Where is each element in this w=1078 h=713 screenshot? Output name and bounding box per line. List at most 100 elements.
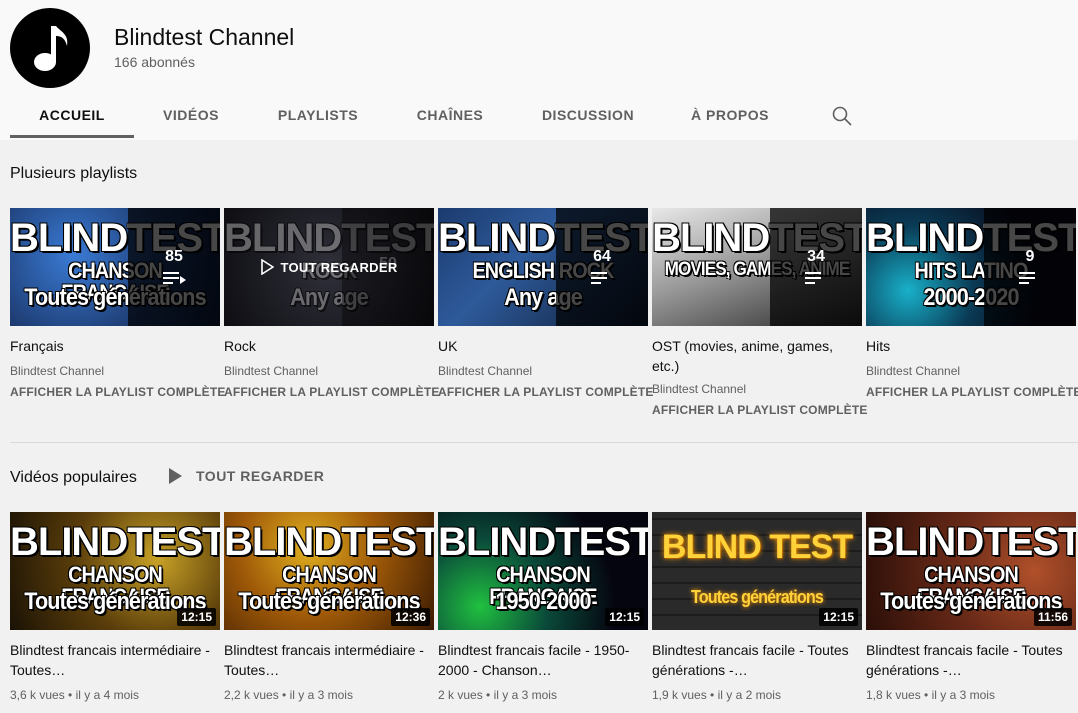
play-icon bbox=[261, 259, 275, 275]
playlist-channel[interactable]: Blindtest Channel bbox=[866, 364, 1076, 378]
subscriber-count: 166 abonnés bbox=[114, 54, 195, 70]
playlist-count-overlay: 9 bbox=[984, 208, 1076, 326]
playlist-thumbnail[interactable]: BLINDTEST MOVIES, GAMES, ANIME 34 bbox=[652, 208, 862, 326]
meta-separator: • bbox=[710, 688, 715, 702]
video-duration: 12:15 bbox=[819, 608, 858, 626]
playlists-shelf: BLINDTEST CHANSON FRANCAISE Toutes génér… bbox=[10, 208, 1078, 417]
playlist-video-count: 9 bbox=[1025, 248, 1035, 265]
playlist-icon bbox=[805, 272, 827, 286]
play-all-label: TOUT REGARDER bbox=[196, 468, 325, 484]
playlist-card[interactable]: BLINDTEST ROCK Any age 50 TOUT REGARDER … bbox=[224, 208, 439, 417]
video-thumbnail[interactable]: BLINDTEST CHANSON FRANCAISE Toutes génér… bbox=[10, 512, 220, 630]
thumbnail-text: BLINDTEST bbox=[438, 520, 648, 564]
channel-name: Blindtest Channel bbox=[114, 24, 295, 50]
video-duration: 12:36 bbox=[391, 608, 430, 626]
video-card[interactable]: BLINDTEST CHANSON FRANCAISE Toutes génér… bbox=[224, 512, 434, 702]
video-thumbnail[interactable]: BLINDTEST CHANSON FRANCAISE Toutes génér… bbox=[224, 512, 434, 630]
tab-videos[interactable]: VIDÉOS bbox=[134, 98, 248, 138]
playlist-channel[interactable]: Blindtest Channel bbox=[224, 364, 434, 378]
playlist-thumbnail[interactable]: BLINDTEST ENGLISH ROCK Any age 64 bbox=[438, 208, 648, 326]
tab-playlists[interactable]: PLAYLISTS bbox=[248, 98, 388, 138]
playlist-title[interactable]: Français bbox=[10, 336, 220, 356]
play-all-hover-label: TOUT REGARDER bbox=[280, 259, 398, 275]
thumbnail-text: Toutes générations bbox=[690, 587, 824, 607]
playlist-card[interactable]: BLINDTEST ENGLISH ROCK Any age 64 UK Bli… bbox=[438, 208, 653, 417]
playlist-thumbnail[interactable]: BLINDTEST HITS LATINO 2000-2020 9 bbox=[866, 208, 1076, 326]
playlist-card[interactable]: BLINDTEST HITS LATINO 2000-2020 9 Hits B… bbox=[866, 208, 1078, 417]
video-title[interactable]: Blindtest francais facile - Toutes génér… bbox=[866, 640, 1076, 680]
video-metadata: 2 k vues • il y a 3 mois bbox=[438, 688, 648, 702]
popular-videos-section-title[interactable]: Vidéos populaires bbox=[10, 469, 137, 487]
playlist-channel[interactable]: Blindtest Channel bbox=[652, 382, 862, 396]
view-count: 1,8 k vues bbox=[866, 688, 921, 702]
channel-home-content: Plusieurs playlists BLINDTEST CHANSON FR… bbox=[0, 140, 1078, 713]
playlist-icon bbox=[163, 272, 186, 286]
video-card[interactable]: BLINDTEST CHANSON FRANCAISE Toutes génér… bbox=[866, 512, 1076, 702]
upload-age: il y a 2 mois bbox=[717, 688, 781, 702]
playlist-title[interactable]: Hits bbox=[866, 336, 1076, 356]
upload-age: il y a 3 mois bbox=[931, 688, 995, 702]
playlist-card[interactable]: BLINDTEST CHANSON FRANCAISE Toutes génér… bbox=[10, 208, 225, 417]
playlist-channel[interactable]: Blindtest Channel bbox=[438, 364, 648, 378]
channel-header: Blindtest Channel 166 abonnés ACCUEIL VI… bbox=[0, 0, 1078, 140]
playlist-video-count: 34 bbox=[807, 248, 825, 265]
playlist-thumbnail[interactable]: BLINDTEST ROCK Any age 50 TOUT REGARDER bbox=[224, 208, 434, 326]
video-title[interactable]: Blindtest francais intermédiaire - Toute… bbox=[224, 640, 434, 680]
video-card[interactable]: BLIND TEST Toutes générations 12:15 Blin… bbox=[652, 512, 862, 702]
view-full-playlist-link[interactable]: AFFICHER LA PLAYLIST COMPLÈTE bbox=[10, 385, 225, 399]
thumbnail-text: BLIND TEST bbox=[661, 528, 853, 566]
channel-tabs: ACCUEIL VIDÉOS PLAYLISTS CHAÎNES DISCUSS… bbox=[10, 98, 796, 138]
tab-accueil[interactable]: ACCUEIL bbox=[10, 98, 134, 138]
playlist-title[interactable]: OST (movies, anime, games, etc.) bbox=[652, 336, 862, 376]
channel-avatar[interactable] bbox=[10, 8, 90, 88]
tab-a-propos[interactable]: À PROPOS bbox=[664, 98, 796, 138]
video-title[interactable]: Blindtest francais facile - Toutes génér… bbox=[652, 640, 862, 680]
video-metadata: 1,9 k vues • il y a 2 mois bbox=[652, 688, 862, 702]
playlist-icon bbox=[1019, 272, 1041, 286]
play-all-button[interactable]: TOUT REGARDER bbox=[168, 468, 324, 484]
video-duration: 12:15 bbox=[605, 608, 644, 626]
video-duration: 12:15 bbox=[177, 608, 216, 626]
playlists-section-title[interactable]: Plusieurs playlists bbox=[10, 165, 137, 183]
upload-age: il y a 4 mois bbox=[75, 688, 139, 702]
thumbnail-text: BLINDTEST bbox=[224, 520, 434, 564]
playlist-title[interactable]: Rock bbox=[224, 336, 434, 356]
playlist-channel[interactable]: Blindtest Channel bbox=[10, 364, 220, 378]
video-metadata: 2,2 k vues • il y a 3 mois bbox=[224, 688, 434, 702]
view-full-playlist-link[interactable]: AFFICHER LA PLAYLIST COMPLÈTE bbox=[652, 403, 867, 417]
view-full-playlist-link[interactable]: AFFICHER LA PLAYLIST COMPLÈTE bbox=[224, 385, 439, 399]
video-duration: 11:56 bbox=[1033, 608, 1072, 626]
search-icon bbox=[832, 106, 852, 126]
view-count: 1,9 k vues bbox=[652, 688, 707, 702]
video-title[interactable]: Blindtest francais facile - 1950-2000 - … bbox=[438, 640, 648, 680]
playlist-count-overlay: 64 bbox=[556, 208, 648, 326]
thumbnail-text: BLINDTEST bbox=[866, 520, 1076, 564]
playlist-video-count: 85 bbox=[165, 248, 183, 265]
video-thumbnail[interactable]: BLIND TEST Toutes générations 12:15 bbox=[652, 512, 862, 630]
video-thumbnail[interactable]: BLINDTEST CHANSON FRANCAISE Toutes génér… bbox=[866, 512, 1076, 630]
playlist-count-overlay: 85 bbox=[128, 208, 220, 326]
play-all-hover-overlay[interactable]: TOUT REGARDER bbox=[224, 208, 434, 326]
video-card[interactable]: BLINDTEST CHANSON FRANCAISE 1950-2000 12… bbox=[438, 512, 648, 702]
video-title[interactable]: Blindtest francais intermédiaire - Toute… bbox=[10, 640, 220, 680]
playlist-card[interactable]: BLINDTEST MOVIES, GAMES, ANIME 34 OST (m… bbox=[652, 208, 867, 417]
tab-discussion[interactable]: DISCUSSION bbox=[512, 98, 664, 138]
upload-age: il y a 3 mois bbox=[289, 688, 353, 702]
upload-age: il y a 3 mois bbox=[493, 688, 557, 702]
tab-chaines[interactable]: CHAÎNES bbox=[388, 98, 512, 138]
video-thumbnail[interactable]: BLINDTEST CHANSON FRANCAISE 1950-2000 12… bbox=[438, 512, 648, 630]
video-metadata: 1,8 k vues • il y a 3 mois bbox=[866, 688, 1076, 702]
playlist-title[interactable]: UK bbox=[438, 336, 648, 356]
section-divider bbox=[10, 442, 1078, 443]
view-full-playlist-link[interactable]: AFFICHER LA PLAYLIST COMPLÈTE bbox=[438, 385, 653, 399]
channel-search-button[interactable] bbox=[830, 104, 854, 128]
video-metadata: 3,6 k vues • il y a 4 mois bbox=[10, 688, 220, 702]
meta-separator: • bbox=[282, 688, 287, 702]
playlist-icon bbox=[591, 272, 613, 286]
view-full-playlist-link[interactable]: AFFICHER LA PLAYLIST COMPLÈTE bbox=[866, 385, 1078, 399]
view-count: 3,6 k vues bbox=[10, 688, 65, 702]
meta-separator: • bbox=[924, 688, 929, 702]
video-card[interactable]: BLINDTEST CHANSON FRANCAISE Toutes génér… bbox=[10, 512, 220, 702]
playlist-thumbnail[interactable]: BLINDTEST CHANSON FRANCAISE Toutes génér… bbox=[10, 208, 220, 326]
playlist-count-overlay: 34 bbox=[770, 208, 862, 326]
